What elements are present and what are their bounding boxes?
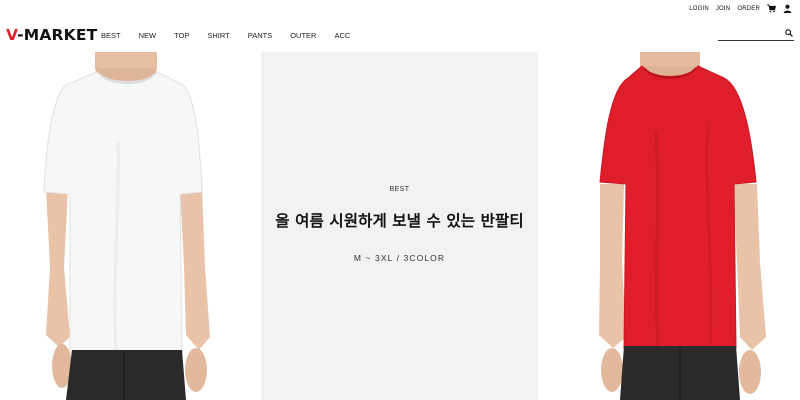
nav-item-pants[interactable]: PANTS: [248, 31, 272, 40]
login-link[interactable]: LOGIN: [689, 6, 709, 12]
model-white-tshirt-image: [43, 52, 210, 400]
nav-item-best[interactable]: BEST: [101, 31, 121, 40]
nav-item-new[interactable]: NEW: [139, 31, 157, 40]
nav-item-outer[interactable]: OUTER: [290, 31, 316, 40]
cart-icon[interactable]: [767, 4, 776, 13]
order-link[interactable]: ORDER: [737, 6, 760, 12]
hero-subline: M ~ 3XL / 3COLOR: [353, 253, 446, 263]
search-icon[interactable]: [785, 29, 793, 37]
utility-links: LOGIN JOIN ORDER: [689, 4, 792, 13]
nav-item-shirt[interactable]: SHIRT: [207, 31, 229, 40]
main-nav: BEST NEW TOP SHIRT PANTS OUTER ACC: [101, 31, 368, 40]
search-box: [718, 27, 794, 41]
model-red-tshirt-image: [599, 52, 766, 400]
hero-right-panel[interactable]: [538, 52, 800, 400]
utility-bar: LOGIN JOIN ORDER: [0, 0, 800, 17]
hero-left-panel[interactable]: [0, 52, 261, 400]
site-logo[interactable]: V-MARKET: [6, 26, 97, 44]
site-header: V-MARKET BEST NEW TOP SHIRT PANTS OUTER …: [0, 17, 800, 51]
hero-center-panel[interactable]: BEST 올 여름 시원하게 보낼 수 있는 반팔티 M ~ 3XL / 3CO…: [261, 52, 538, 400]
hero-headline: 올 여름 시원하게 보낼 수 있는 반팔티: [275, 212, 524, 230]
user-icon[interactable]: [783, 4, 792, 13]
logo-rest: -MARKET: [17, 26, 98, 44]
nav-item-top[interactable]: TOP: [174, 31, 189, 40]
nav-item-acc[interactable]: ACC: [334, 31, 350, 40]
join-link[interactable]: JOIN: [716, 6, 730, 12]
search-input[interactable]: [718, 27, 780, 39]
hero-eyebrow: BEST: [389, 186, 410, 193]
logo-prefix: V: [6, 26, 18, 44]
